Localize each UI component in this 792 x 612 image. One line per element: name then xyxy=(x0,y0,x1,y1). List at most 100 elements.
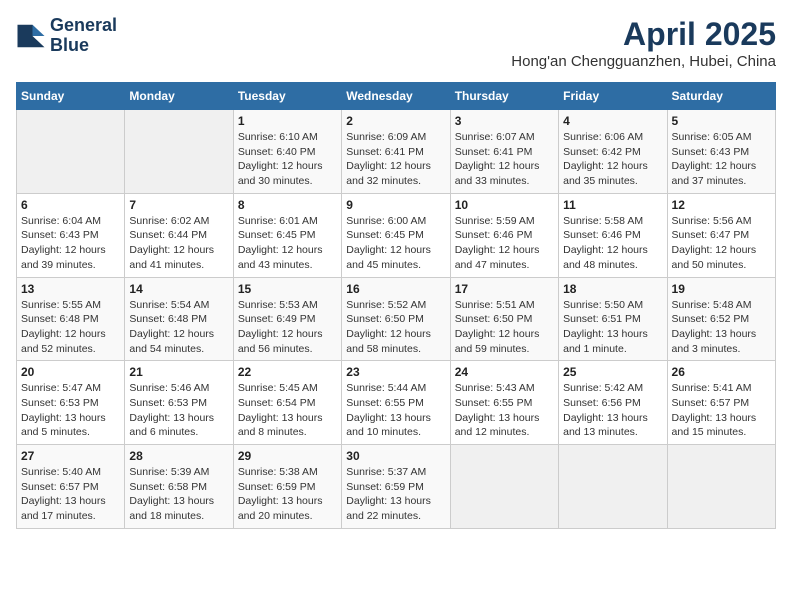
calendar-cell: 23 Sunrise: 5:44 AM Sunset: 6:55 PM Dayli… xyxy=(342,361,450,445)
day-number: 23 xyxy=(346,365,445,379)
calendar-cell: 27 Sunrise: 5:40 AM Sunset: 6:57 PM Dayli… xyxy=(17,445,125,529)
day-number: 8 xyxy=(238,198,337,212)
calendar-cell: 29Sunrise: 5:38 AM Sunset: 6:59 PM Dayli… xyxy=(233,445,341,529)
day-number: 7 xyxy=(129,198,228,212)
logo-icon xyxy=(16,21,46,51)
day-number: 1 xyxy=(238,114,337,128)
calendar-cell: 4Sunrise: 6:06 AM Sunset: 6:42 PM Daylig… xyxy=(559,110,667,194)
day-number: 29 xyxy=(238,449,337,463)
day-info: Sunrise: 5:46 AM Sunset: 6:53 PM Dayligh… xyxy=(129,381,228,440)
calendar-cell xyxy=(450,445,558,529)
logo-text: General Blue xyxy=(50,16,117,56)
day-number: 14 xyxy=(129,282,228,296)
calendar-body: 1 Sunrise: 6:10 AM Sunset: 6:40 PM Daylig… xyxy=(17,110,776,529)
calendar-cell: 3Sunrise: 6:07 AM Sunset: 6:41 PM Daylig… xyxy=(450,110,558,194)
day-number: 10 xyxy=(455,198,554,212)
day-number: 22 xyxy=(238,365,337,379)
day-number: 9 xyxy=(346,198,445,212)
day-of-week-header: Wednesday xyxy=(342,83,450,110)
calendar-cell: 8 Sunrise: 6:01 AM Sunset: 6:45 PM Daylig… xyxy=(233,193,341,277)
calendar-cell: 13 Sunrise: 5:55 AM Sunset: 6:48 PM Dayli… xyxy=(17,277,125,361)
calendar-cell: 1 Sunrise: 6:10 AM Sunset: 6:40 PM Daylig… xyxy=(233,110,341,194)
calendar-cell xyxy=(559,445,667,529)
calendar-cell: 2Sunrise: 6:09 AM Sunset: 6:41 PM Daylig… xyxy=(342,110,450,194)
day-info: Sunrise: 6:01 AM Sunset: 6:45 PM Dayligh… xyxy=(238,214,337,273)
day-info: Sunrise: 5:53 AM Sunset: 6:49 PM Dayligh… xyxy=(238,298,337,357)
day-info: Sunrise: 5:59 AM Sunset: 6:46 PM Dayligh… xyxy=(455,214,554,273)
calendar-cell: 18 Sunrise: 5:50 AM Sunset: 6:51 PM Dayli… xyxy=(559,277,667,361)
day-info: Sunrise: 5:54 AM Sunset: 6:48 PM Dayligh… xyxy=(129,298,228,357)
day-info: Sunrise: 6:05 AM Sunset: 6:43 PM Dayligh… xyxy=(672,130,771,189)
day-info: Sunrise: 5:39 AM Sunset: 6:58 PM Dayligh… xyxy=(129,465,228,524)
calendar-week-row: 1 Sunrise: 6:10 AM Sunset: 6:40 PM Daylig… xyxy=(17,110,776,194)
title-block: April 2025 Hong'an Chengguanzhen, Hubei,… xyxy=(511,16,776,70)
day-number: 20 xyxy=(21,365,120,379)
day-info: Sunrise: 5:51 AM Sunset: 6:50 PM Dayligh… xyxy=(455,298,554,357)
calendar-cell: 7Sunrise: 6:02 AM Sunset: 6:44 PM Daylig… xyxy=(125,193,233,277)
day-info: Sunrise: 5:50 AM Sunset: 6:51 PM Dayligh… xyxy=(563,298,662,357)
calendar-cell: 14 Sunrise: 5:54 AM Sunset: 6:48 PM Dayli… xyxy=(125,277,233,361)
calendar-cell: 10 Sunrise: 5:59 AM Sunset: 6:46 PM Dayli… xyxy=(450,193,558,277)
day-number: 12 xyxy=(672,198,771,212)
day-number: 27 xyxy=(21,449,120,463)
day-number: 30 xyxy=(346,449,445,463)
calendar-cell: 22 Sunrise: 5:45 AM Sunset: 6:54 PM Dayli… xyxy=(233,361,341,445)
calendar-cell: 5 Sunrise: 6:05 AM Sunset: 6:43 PM Daylig… xyxy=(667,110,775,194)
day-info: Sunrise: 5:41 AM Sunset: 6:57 PM Dayligh… xyxy=(672,381,771,440)
day-number: 11 xyxy=(563,198,662,212)
calendar-cell: 19 Sunrise: 5:48 AM Sunset: 6:52 PM Dayli… xyxy=(667,277,775,361)
day-number: 5 xyxy=(672,114,771,128)
day-number: 6 xyxy=(21,198,120,212)
day-info: Sunrise: 5:52 AM Sunset: 6:50 PM Dayligh… xyxy=(346,298,445,357)
day-info: Sunrise: 5:45 AM Sunset: 6:54 PM Dayligh… xyxy=(238,381,337,440)
calendar-cell xyxy=(125,110,233,194)
calendar-week-row: 27 Sunrise: 5:40 AM Sunset: 6:57 PM Dayli… xyxy=(17,445,776,529)
day-number: 18 xyxy=(563,282,662,296)
day-number: 2 xyxy=(346,114,445,128)
day-info: Sunrise: 5:44 AM Sunset: 6:55 PM Dayligh… xyxy=(346,381,445,440)
day-info: Sunrise: 5:58 AM Sunset: 6:46 PM Dayligh… xyxy=(563,214,662,273)
calendar-cell: 25Sunrise: 5:42 AM Sunset: 6:56 PM Dayli… xyxy=(559,361,667,445)
day-info: Sunrise: 5:40 AM Sunset: 6:57 PM Dayligh… xyxy=(21,465,120,524)
calendar-cell: 17 Sunrise: 5:51 AM Sunset: 6:50 PM Dayli… xyxy=(450,277,558,361)
month-title: April 2025 xyxy=(511,16,776,53)
day-number: 16 xyxy=(346,282,445,296)
day-info: Sunrise: 6:06 AM Sunset: 6:42 PM Dayligh… xyxy=(563,130,662,189)
calendar-cell: 15 Sunrise: 5:53 AM Sunset: 6:49 PM Dayli… xyxy=(233,277,341,361)
calendar-cell: 9Sunrise: 6:00 AM Sunset: 6:45 PM Daylig… xyxy=(342,193,450,277)
day-number: 15 xyxy=(238,282,337,296)
day-info: Sunrise: 6:04 AM Sunset: 6:43 PM Dayligh… xyxy=(21,214,120,273)
calendar-cell xyxy=(17,110,125,194)
calendar-cell: 21 Sunrise: 5:46 AM Sunset: 6:53 PM Dayli… xyxy=(125,361,233,445)
day-number: 25 xyxy=(563,365,662,379)
calendar-week-row: 13 Sunrise: 5:55 AM Sunset: 6:48 PM Dayli… xyxy=(17,277,776,361)
day-info: Sunrise: 5:55 AM Sunset: 6:48 PM Dayligh… xyxy=(21,298,120,357)
day-number: 13 xyxy=(21,282,120,296)
calendar-cell: 16 Sunrise: 5:52 AM Sunset: 6:50 PM Dayli… xyxy=(342,277,450,361)
calendar-cell: 20 Sunrise: 5:47 AM Sunset: 6:53 PM Dayli… xyxy=(17,361,125,445)
calendar-cell: 6 Sunrise: 6:04 AM Sunset: 6:43 PM Daylig… xyxy=(17,193,125,277)
page-header: General Blue April 2025 Hong'an Chenggua… xyxy=(16,16,776,70)
calendar-header-row: SundayMondayTuesdayWednesdayThursdayFrid… xyxy=(17,83,776,110)
calendar-table: SundayMondayTuesdayWednesdayThursdayFrid… xyxy=(16,82,776,529)
day-info: Sunrise: 5:47 AM Sunset: 6:53 PM Dayligh… xyxy=(21,381,120,440)
calendar-cell: 12Sunrise: 5:56 AM Sunset: 6:47 PM Dayli… xyxy=(667,193,775,277)
logo: General Blue xyxy=(16,16,117,56)
day-number: 17 xyxy=(455,282,554,296)
day-number: 21 xyxy=(129,365,228,379)
day-number: 19 xyxy=(672,282,771,296)
day-of-week-header: Tuesday xyxy=(233,83,341,110)
day-info: Sunrise: 5:43 AM Sunset: 6:55 PM Dayligh… xyxy=(455,381,554,440)
day-info: Sunrise: 5:48 AM Sunset: 6:52 PM Dayligh… xyxy=(672,298,771,357)
day-info: Sunrise: 6:10 AM Sunset: 6:40 PM Dayligh… xyxy=(238,130,337,189)
day-of-week-header: Sunday xyxy=(17,83,125,110)
calendar-week-row: 6 Sunrise: 6:04 AM Sunset: 6:43 PM Daylig… xyxy=(17,193,776,277)
calendar-cell xyxy=(667,445,775,529)
calendar-cell: 11 Sunrise: 5:58 AM Sunset: 6:46 PM Dayli… xyxy=(559,193,667,277)
calendar-cell: 30Sunrise: 5:37 AM Sunset: 6:59 PM Dayli… xyxy=(342,445,450,529)
day-number: 26 xyxy=(672,365,771,379)
calendar-cell: 24Sunrise: 5:43 AM Sunset: 6:55 PM Dayli… xyxy=(450,361,558,445)
day-number: 28 xyxy=(129,449,228,463)
calendar-week-row: 20 Sunrise: 5:47 AM Sunset: 6:53 PM Dayli… xyxy=(17,361,776,445)
day-of-week-header: Monday xyxy=(125,83,233,110)
